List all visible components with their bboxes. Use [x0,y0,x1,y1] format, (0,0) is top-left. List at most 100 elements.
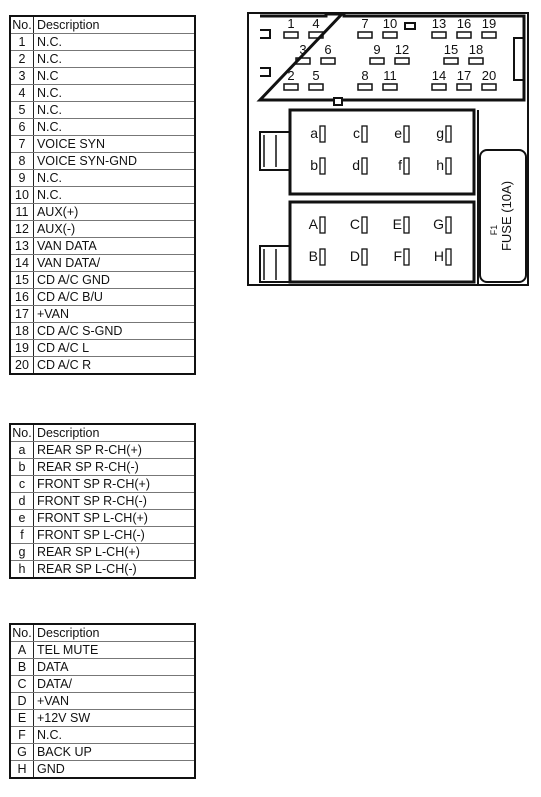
pin-label: 7 [361,16,368,31]
table-row: 20 CD A/C R [9,356,196,375]
pin-description: N.C. [32,101,196,119]
pin-slot [357,31,373,39]
pin-number: f [9,526,34,544]
pin-slot [283,83,299,91]
pin-slot [320,57,336,65]
pin-number: E [9,709,34,727]
table-row: a REAR SP R-CH(+) [9,441,196,459]
connector-outline [247,12,529,286]
pin-label: 6 [324,42,331,57]
pin-number: 9 [9,169,34,187]
pin-description: REAR SP R-CH(-) [32,458,196,476]
table-row: f FRONT SP L-CH(-) [9,526,196,544]
pin-number: h [9,560,34,579]
pin-slot [445,125,452,143]
fuse-labels: F1 FUSE (10A) [489,181,514,251]
pin-label: A [309,216,319,232]
pin-label: 16 [457,16,471,31]
pin-description: REAR SP L-CH(+) [32,543,196,561]
pin-table-power: No. Description A TEL MUTE B DATA C DATA/D +VA… [9,623,196,779]
table-row: c FRONT SP R-CH(+) [9,475,196,493]
pin-slot [403,216,410,234]
pin-label: 5 [312,68,319,83]
table-row: E +12V SW [9,709,196,727]
pin-description: AUX(+) [32,203,196,221]
top-key [404,22,416,30]
table-row: 3 N.C [9,67,196,85]
pin-label: 1 [287,16,294,31]
pin-description: VOICE SYN [32,135,196,153]
pin-label: F [393,248,402,264]
table-header-row: No. Description [9,15,196,34]
pin-description: VOICE SYN-GND [32,152,196,170]
pin-number: 19 [9,339,34,357]
pin-description: N.C. [32,84,196,102]
table-row: 6 N.C. [9,118,196,136]
pin-slot [361,125,368,143]
pin-label: 17 [457,68,471,83]
table-row: 18 CD A/C S-GND [9,322,196,340]
pin-slot [369,57,385,65]
power-block-pins: A C E G B D F H [309,216,452,266]
pin-number: G [9,743,34,761]
pin-label: C [350,216,360,232]
pin-table-power-body: No. Description A TEL MUTE B DATA C DATA/D +VA… [9,623,196,779]
pin-description: FRONT SP L-CH(-) [32,526,196,544]
pin-description: N.C. [32,726,196,744]
pin-slot [319,248,326,266]
table-row: 16 CD A/C B/U [9,288,196,306]
pin-description: N.C. [32,169,196,187]
pin-number: 18 [9,322,34,340]
pin-label: c [353,125,360,141]
pin-number: c [9,475,34,493]
pin-label: D [350,248,360,264]
pin-label: f [398,157,402,173]
pin-number: a [9,441,34,459]
pin-number: 15 [9,271,34,289]
pin-label: g [436,125,444,141]
pin-slot [443,57,459,65]
pin-number: A [9,641,34,659]
pin-label: 18 [469,42,483,57]
table-row: D +VAN [9,692,196,710]
header-description: Description [32,423,196,442]
pin-description: CD A/C R [32,356,196,375]
pin-number: F [9,726,34,744]
power-block-frame [288,200,476,284]
pin-slot [445,157,452,175]
pin-label: 15 [444,42,458,57]
power-block-tab-lines [263,249,277,280]
pin-slot [382,31,398,39]
pin-label: G [433,216,444,232]
table-row: A TEL MUTE [9,641,196,659]
table-row: 9 N.C. [9,169,196,187]
pin-slot [403,125,410,143]
pin-number: 13 [9,237,34,255]
pin-slot [445,216,452,234]
table-row: 5 N.C. [9,101,196,119]
pin-label: 13 [432,16,446,31]
pin-slot [468,57,484,65]
pin-description: N.C [32,67,196,85]
top-block-pins: 1 4 7 10 13 16 193 6 9 12 15 182 5 8 11 14 17 20 [283,16,497,91]
fuse-label: FUSE (10A) [499,181,514,251]
table-row: 2 N.C. [9,50,196,68]
table-row: 19 CD A/C L [9,339,196,357]
header-no: No. [9,623,34,642]
pin-label: E [393,216,402,232]
pin-label: 14 [432,68,446,83]
pin-description: FRONT SP R-CH(+) [32,475,196,493]
pin-description: FRONT SP L-CH(+) [32,509,196,527]
table-row: B DATA [9,658,196,676]
pin-number: C [9,675,34,693]
header-description: Description [32,623,196,642]
pin-slot [431,83,447,91]
top-block-left-notch [260,29,271,77]
pin-label: d [352,157,360,173]
table-header-row: No. Description [9,423,196,442]
pin-table-speaker: No. Description a REAR SP R-CH(+) b REAR SP… [9,423,196,579]
pin-slot [361,216,368,234]
pin-label: h [436,157,444,173]
pin-number: 7 [9,135,34,153]
pin-slot [361,248,368,266]
